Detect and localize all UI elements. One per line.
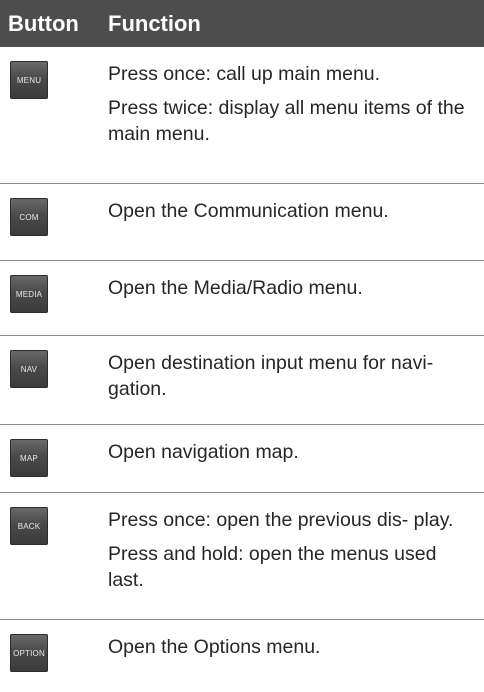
table-row: BACK Press once: open the previous dis- … bbox=[0, 493, 484, 620]
function-text: Open the Communication menu. bbox=[108, 200, 389, 222]
table-row: NAV Open destination input menu for navi… bbox=[0, 336, 484, 425]
map-button[interactable]: MAP bbox=[10, 439, 48, 477]
table-row: COM Open the Communication menu. bbox=[0, 184, 484, 261]
function-cell: Open navigation map. bbox=[108, 425, 484, 492]
table-row: MEDIA Open the Media/Radio menu. bbox=[0, 261, 484, 336]
function-text: Press once: call up main menu. bbox=[108, 63, 381, 85]
button-cell: COM bbox=[0, 184, 108, 260]
table-row: MENU Press once: call up main menu. Pres… bbox=[0, 47, 484, 184]
function-text: Open the Media/Radio menu. bbox=[108, 277, 363, 299]
function-text: Open the Options menu. bbox=[108, 636, 321, 658]
function-cell: Open the Options menu. bbox=[108, 620, 484, 692]
header-button-column: Button bbox=[8, 10, 79, 36]
function-cell: Open the Media/Radio menu. bbox=[108, 261, 484, 335]
button-cell: OPTION bbox=[0, 620, 108, 692]
function-text: Press twice: display all menu items of t… bbox=[108, 97, 465, 145]
button-function-table: Button Function MENU Press once: call up… bbox=[0, 0, 484, 692]
function-cell: Open the Communication menu. bbox=[108, 184, 484, 260]
function-cell: Press once: open the previous dis- play.… bbox=[108, 493, 484, 619]
table-header: Button Function bbox=[0, 0, 484, 47]
menu-button[interactable]: MENU bbox=[10, 61, 48, 99]
option-button[interactable]: OPTION bbox=[10, 634, 48, 672]
media-button[interactable]: MEDIA bbox=[10, 275, 48, 313]
button-cell: NAV bbox=[0, 336, 108, 424]
back-button[interactable]: BACK bbox=[10, 507, 48, 545]
function-text: Open destination input menu for navi- ga… bbox=[108, 352, 434, 400]
com-button[interactable]: COM bbox=[10, 198, 48, 236]
button-cell: MAP bbox=[0, 425, 108, 492]
button-cell: BACK bbox=[0, 493, 108, 619]
header-function-column: Function bbox=[108, 10, 201, 36]
button-cell: MENU bbox=[0, 47, 108, 183]
nav-button[interactable]: NAV bbox=[10, 350, 48, 388]
table-row: MAP Open navigation map. bbox=[0, 425, 484, 493]
function-text: Press once: open the previous dis- play. bbox=[108, 509, 454, 531]
function-cell: Open destination input menu for navi- ga… bbox=[108, 336, 484, 424]
table-row: OPTION Open the Options menu. bbox=[0, 620, 484, 692]
function-text: Open navigation map. bbox=[108, 441, 299, 463]
function-text: Press and hold: open the menus used last… bbox=[108, 543, 437, 591]
function-cell: Press once: call up main menu. Press twi… bbox=[108, 47, 484, 183]
button-cell: MEDIA bbox=[0, 261, 108, 335]
